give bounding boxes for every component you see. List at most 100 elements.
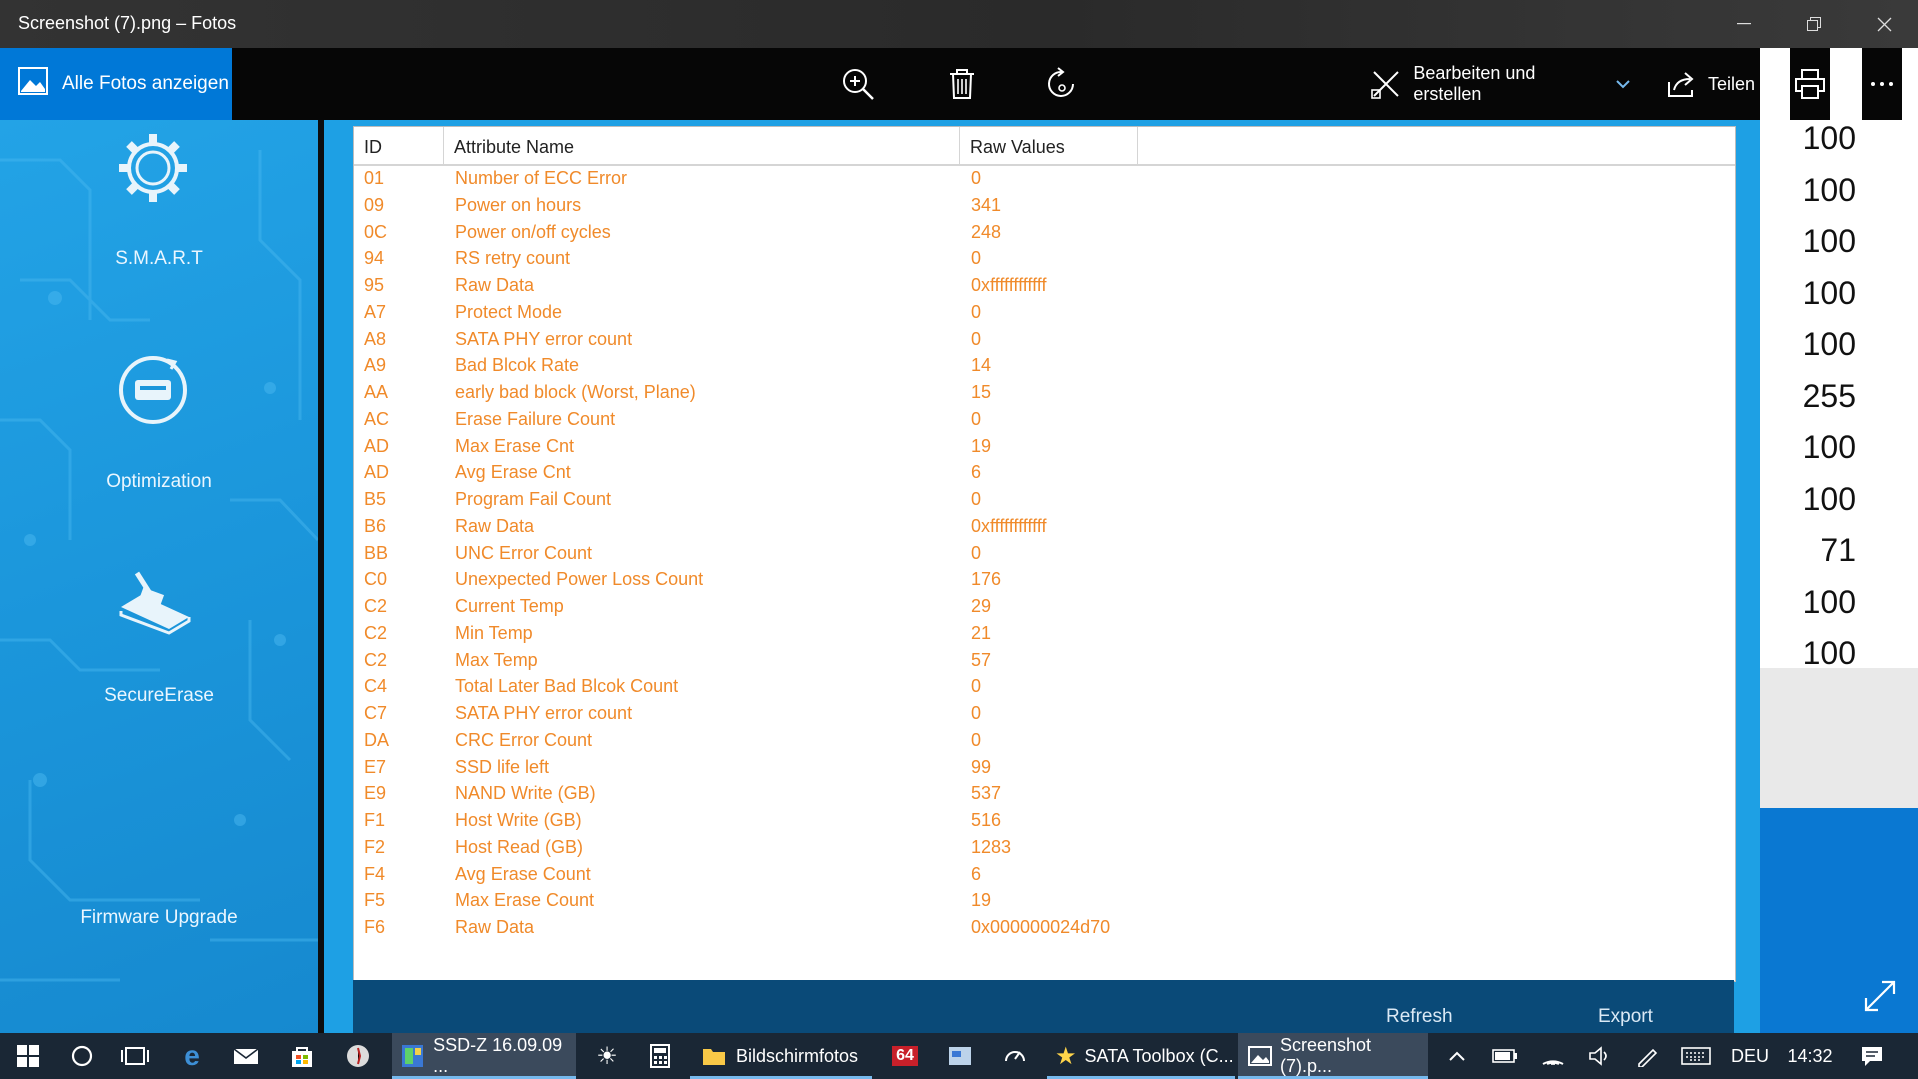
taskbar-item-screenshots-folder[interactable]: Bildschirmfotos	[690, 1033, 872, 1079]
cell-attribute-name: Power on/off cycles	[455, 221, 611, 242]
print-button[interactable]	[1790, 48, 1830, 120]
mail-button[interactable]	[226, 1033, 266, 1079]
table-row[interactable]: A7 Protect Mode 0	[354, 298, 1735, 325]
table-row[interactable]: A9 Bad Blcok Rate 14	[354, 351, 1735, 378]
taskbar-item-photos[interactable]: Screenshot (7).p...	[1238, 1033, 1428, 1079]
table-row[interactable]: E7 SSD life left 99	[354, 753, 1735, 780]
table-row[interactable]: 01 Number of ECC Error 0	[354, 164, 1735, 191]
zoom-button[interactable]	[836, 48, 880, 120]
table-row[interactable]: F1 Host Write (GB) 516	[354, 806, 1735, 833]
cell-attribute-name: Host Read (GB)	[455, 836, 584, 857]
table-row[interactable]: AA early bad block (Worst, Plane) 15	[354, 378, 1735, 405]
refresh-button[interactable]: Refresh	[1386, 1006, 1453, 1028]
table-row[interactable]: 09 Power on hours 341	[354, 191, 1735, 218]
close-button[interactable]	[1854, 0, 1914, 48]
edit-create-label: Bearbeiten und erstellen	[1413, 63, 1536, 104]
volume-button[interactable]	[1585, 1033, 1615, 1079]
show-hidden-icons-button[interactable]	[1444, 1033, 1470, 1079]
network-button[interactable]	[1538, 1033, 1568, 1079]
cell-raw-value: 99	[971, 756, 992, 777]
table-row[interactable]: C7 SATA PHY error count 0	[354, 699, 1735, 726]
share-icon	[1668, 72, 1694, 97]
table-row[interactable]: 95 Raw Data 0xffffffffffff	[354, 271, 1735, 298]
cell-raw-value: 0	[971, 542, 982, 563]
brightness-app-button[interactable]: ☀	[585, 1033, 629, 1079]
taskbar-item-ssd-z[interactable]: SSD-Z 16.09.09 ...	[392, 1033, 576, 1079]
table-row[interactable]: F4 Avg Erase Count 6	[354, 860, 1735, 887]
table-row[interactable]: E9 NAND Write (GB) 537	[354, 779, 1735, 806]
edit-create-button[interactable]: Bearbeiten und erstellen	[1370, 48, 1630, 120]
column-header-id[interactable]: ID	[354, 127, 444, 164]
table-row[interactable]: AC Erase Failure Count 0	[354, 405, 1735, 432]
chevron-up-icon	[1449, 1051, 1465, 1061]
table-row[interactable]: C2 Min Temp 21	[354, 619, 1735, 646]
edge-button[interactable]: e	[172, 1033, 212, 1079]
table-row[interactable]: A8 SATA PHY error count 0	[354, 325, 1735, 352]
battery-button[interactable]	[1490, 1033, 1520, 1079]
clock[interactable]: 14:32	[1785, 1033, 1835, 1079]
search-button[interactable]	[62, 1033, 102, 1079]
table-row[interactable]: C0 Unexpected Power Loss Count 176	[354, 565, 1735, 592]
cell-attribute-name: Avg Erase Count	[455, 863, 591, 884]
minimize-button[interactable]	[1714, 0, 1774, 48]
speed-app-button[interactable]	[995, 1033, 1035, 1079]
sidebar-item-smart[interactable]: S.M.A.R.T	[0, 248, 318, 270]
column-header-attribute-name[interactable]: Attribute Name	[444, 127, 960, 164]
calculator-button[interactable]	[640, 1033, 680, 1079]
table-row[interactable]: F6 Raw Data 0x000000024d70	[354, 913, 1735, 940]
table-row[interactable]: 94 RS retry count 0	[354, 244, 1735, 271]
cell-raw-value: 0	[971, 301, 982, 322]
keyboard-button[interactable]	[1678, 1033, 1714, 1079]
column-header-raw-values[interactable]: Raw Values	[960, 127, 1138, 164]
cell-attribute-name: RS retry count	[455, 248, 571, 269]
cell-id: AA	[364, 382, 389, 402]
store-icon	[292, 1047, 312, 1067]
table-row[interactable]: DA CRC Error Count 0	[354, 726, 1735, 753]
cell-raw-value: 0xffffffffffff	[971, 515, 1047, 536]
sidebar-item-optimization[interactable]: Optimization	[0, 471, 318, 493]
cell-id: E9	[364, 783, 387, 804]
table-row[interactable]: C4 Total Later Bad Blcok Count 0	[354, 672, 1735, 699]
table-row[interactable]: C2 Current Temp 29	[354, 592, 1735, 619]
table-row[interactable]: C2 Max Temp 57	[354, 646, 1735, 673]
table-row[interactable]: F2 Host Read (GB) 1283	[354, 833, 1735, 860]
app-window-button[interactable]	[940, 1033, 980, 1079]
cell-id: 0C	[364, 221, 388, 242]
start-button[interactable]	[8, 1033, 48, 1079]
export-button[interactable]: Export	[1598, 1006, 1653, 1028]
smart-gear-icon[interactable]	[115, 130, 191, 211]
task-view-button[interactable]	[115, 1033, 155, 1079]
restore-button[interactable]	[1784, 0, 1844, 48]
share-button[interactable]: Teilen	[1666, 48, 1766, 120]
table-row[interactable]: F5 Max Erase Count 19	[354, 886, 1735, 913]
secure-erase-icon[interactable]	[115, 565, 195, 640]
task-view-icon	[121, 1047, 149, 1065]
optimization-icon[interactable]	[115, 352, 191, 433]
cell-id: AD	[364, 462, 390, 483]
sidebar-item-firmware-upgrade[interactable]: Firmware Upgrade	[0, 907, 318, 929]
taskbar-item-sata-toolbox[interactable]: ★ SATA Toolbox (C...	[1047, 1033, 1235, 1079]
store-button[interactable]	[282, 1033, 322, 1079]
cell-id: F2	[364, 836, 386, 857]
rotate-icon	[1048, 67, 1074, 97]
table-row[interactable]: B5 Program Fail Count 0	[354, 485, 1735, 512]
rotate-button[interactable]	[1040, 48, 1084, 120]
language-indicator[interactable]: DEU	[1730, 1033, 1770, 1079]
action-center-button[interactable]	[1852, 1033, 1892, 1079]
all-photos-button[interactable]: Alle Fotos anzeigen	[0, 48, 232, 120]
delete-button[interactable]	[940, 48, 984, 120]
sidebar-item-secure-erase[interactable]: SecureErase	[0, 685, 318, 707]
table-row[interactable]: AD Avg Erase Cnt 6	[354, 458, 1735, 485]
background-value: 100	[1802, 326, 1856, 362]
app-64-button[interactable]: 64	[885, 1033, 925, 1079]
table-row[interactable]: BB UNC Error Count 0	[354, 539, 1735, 566]
table-row[interactable]: B6 Raw Data 0xffffffffffff	[354, 512, 1735, 539]
edge-icon: e	[184, 1040, 200, 1071]
pen-button[interactable]	[1632, 1033, 1662, 1079]
more-button[interactable]	[1862, 48, 1902, 120]
table-row[interactable]: 0C Power on/off cycles 248	[354, 218, 1735, 245]
calculator-icon	[650, 1044, 670, 1068]
cell-raw-value: 19	[971, 435, 992, 456]
app-pinned-button[interactable]	[338, 1033, 378, 1079]
table-row[interactable]: AD Max Erase Cnt 19	[354, 432, 1735, 459]
